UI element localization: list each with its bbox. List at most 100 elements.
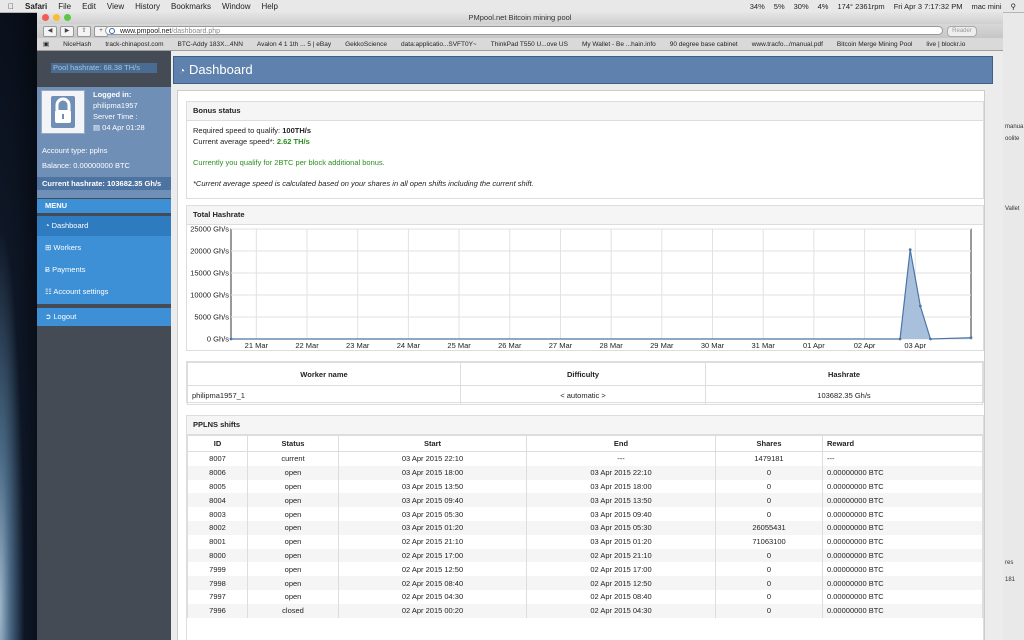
shift-reward: 0.00000000 BTC [822,576,983,590]
shift-status: open [247,465,339,480]
shift-shares: 0 [715,576,823,590]
bookmark-item[interactable]: track-chinapost.com [105,41,163,48]
account-type: Account type: pplns [42,146,108,155]
bookmark-item[interactable]: NiceHash [63,41,91,48]
bitcoin-icon: Ƀ [45,265,51,274]
shifts-header: End [526,435,716,452]
bookmark-item[interactable]: Avalon 4 1 1th ... 5 | eBay [257,41,331,48]
x-tick-label: 21 Mar [245,341,269,349]
bookmark-item[interactable]: Bitcoin Merge Mining Pool [837,41,913,48]
shift-status: open [247,520,339,535]
table-row: 8005 open 03 Apr 2015 13:50 03 Apr 2015 18:… [187,479,983,494]
x-tick-label: 24 Mar [397,341,421,349]
shift-end: --- [526,451,716,466]
cpu-status[interactable]: 5% [774,2,785,11]
shift-status: open [247,548,339,563]
bookmark-item[interactable]: data:applicatio...SVFT0Y~ [401,41,477,48]
menu-app[interactable]: Safari [25,2,47,11]
user-panel: Logged in: philipma1957 Server Time : ▤ … [37,87,171,142]
menu-history[interactable]: History [135,2,160,11]
hashrate-panel: Total Hashrate 0 Gh/s 5000 Gh/s 10000 Gh/s… [186,205,984,351]
menu-help[interactable]: Help [261,2,277,11]
shift-id: 8005 [187,479,248,494]
nav-account-settings[interactable]: ☷ Account settings [37,282,171,302]
title-bar[interactable]: PMpool.net Bitcoin mining pool [37,12,1003,24]
current-hashrate: Current hashrate: 103682.35 Gh/s [37,177,171,190]
data-point [969,336,973,340]
nav-payments[interactable]: Ƀ Payments [37,260,171,280]
workers-table: Worker name Difficulty Hashrate philipma… [187,362,983,405]
browser-window: PMpool.net Bitcoin mining pool ◀ ▶ ⇧ + w… [37,12,1003,640]
menu-bookmarks[interactable]: Bookmarks [171,2,211,11]
bookmark-item[interactable]: www.tracfo.../manual.pdf [752,41,823,48]
menu-view[interactable]: View [107,2,124,11]
nav-dashboard[interactable]: ◔ Dashboard [37,216,171,236]
y-tick-label: 15000 Gh/s [190,269,229,278]
shifts-header: Reward [822,435,983,452]
menu-edit[interactable]: Edit [82,2,96,11]
shift-status: open [247,479,339,494]
data-point [898,337,902,341]
table-row: 8007 current 03 Apr 2015 22:10 --- 1479181 --… [187,451,983,466]
reader-button[interactable]: Reader [947,26,977,37]
address-bar[interactable]: www.pmpool.net/dashboard.php [105,26,943,35]
shift-status: open [247,576,339,590]
cpu-status[interactable]: 30% [794,2,809,11]
fan-status[interactable]: 174° 2361rpm [837,2,884,11]
spotlight-icon[interactable]: ⚲ [1011,2,1017,11]
shift-shares: 1479181 [715,451,823,466]
y-tick-label: 25000 Gh/s [190,225,229,234]
logout-button[interactable]: ➲ Logout [37,308,171,326]
clock[interactable]: Fri Apr 3 7:17:32 PM [894,2,963,11]
shift-end: 02 Apr 2015 17:00 [526,562,716,577]
shift-id: 8001 [187,534,248,549]
nav-workers[interactable]: ⊞ Workers [37,238,171,258]
shifts-header: ID [187,435,248,452]
share-icon[interactable]: ⇧ [77,25,91,37]
forward-button[interactable]: ▶ [60,25,74,37]
x-tick-label: 03 Apr [904,341,926,349]
shift-end: 02 Apr 2015 04:30 [526,603,716,618]
x-tick-label: 25 Mar [447,341,471,349]
shift-reward: 0.00000000 BTC [822,534,983,549]
shift-reward: 0.00000000 BTC [822,479,983,494]
back-button[interactable]: ◀ [43,25,57,37]
shift-start: 03 Apr 2015 22:10 [338,451,527,466]
workers-panel: Worker name Difficulty Hashrate philipma… [186,361,984,405]
user-name[interactable]: mac mini [971,2,1001,11]
bonus-panel: Bonus status Required speed to qualify: … [186,101,984,199]
menu-file[interactable]: File [58,2,71,11]
bookmarks-bar: ▣ NiceHash track-chinapost.com BTC-Addy … [37,38,1003,51]
shift-shares: 0 [715,507,823,521]
workers-header: Hashrate [705,362,983,386]
apple-icon[interactable]:  [8,2,14,11]
cpu-status[interactable]: 4% [818,2,829,11]
shift-status: open [247,562,339,577]
shift-end: 03 Apr 2015 01:20 [526,534,716,549]
bookmark-item[interactable]: live | blockr.io [926,41,965,48]
shift-end: 02 Apr 2015 12:50 [526,576,716,590]
book-icon[interactable]: ▣ [43,40,49,48]
x-tick-label: 02 Apr [854,341,876,349]
x-tick-label: 27 Mar [549,341,573,349]
shift-shares: 0 [715,589,823,604]
dashboard-icon: ◔ [45,221,50,230]
bookmark-item[interactable]: BTC-Addy 183X...4NN [178,41,243,48]
bookmark-item[interactable]: ThinkPad T550 U...ove US [491,41,568,48]
shift-shares: 0 [715,465,823,480]
shift-id: 7996 [187,603,248,618]
menu-window[interactable]: Window [222,2,250,11]
bookmark-item[interactable]: My Wallet - Be ...hain.info [582,41,656,48]
bookmark-item[interactable]: 90 degree base cabinet [670,41,738,48]
bookmark-item[interactable]: GekkoScience [345,41,387,48]
shift-reward: 0.00000000 BTC [822,603,983,618]
shift-shares: 0 [715,603,823,618]
table-row: 7996 closed 02 Apr 2015 00:20 02 Apr 2015 0… [187,603,983,618]
logout-label: Logout [53,312,77,321]
table-row: 7999 open 02 Apr 2015 12:50 02 Apr 2015 17:… [187,562,983,577]
battery-status[interactable]: 34% [750,2,765,11]
shift-end: 02 Apr 2015 21:10 [526,548,716,563]
shift-id: 8000 [187,548,248,563]
table-row: 8002 open 03 Apr 2015 01:20 03 Apr 2015 05:… [187,520,983,535]
worker-name: philipma1957_1 [187,385,461,405]
